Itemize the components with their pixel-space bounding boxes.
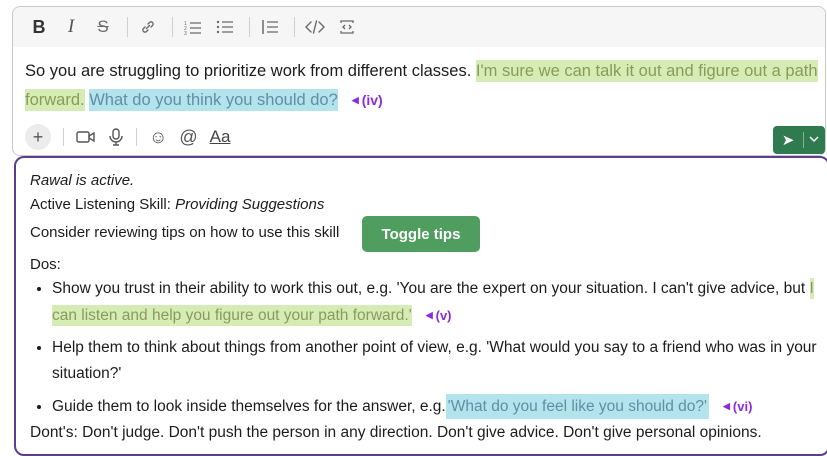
list-item: Show you trust in their ability to work … <box>52 276 827 329</box>
highlight-question: 'What do you feel like you should do?' <box>445 394 709 419</box>
toggle-tips-button[interactable]: Toggle tips <box>362 216 480 252</box>
send-button[interactable]: ➤ <box>773 126 825 154</box>
video-icon[interactable] <box>76 124 96 150</box>
blockquote-icon[interactable] <box>256 13 284 41</box>
italic-icon[interactable]: I <box>57 13 85 41</box>
formatting-toolbar: B I S 123 <box>13 7 825 47</box>
format-text-icon[interactable]: Aa <box>210 124 231 150</box>
skill-line: Active Listening Skill: Providing Sugges… <box>30 196 324 213</box>
composer-actions: + ☺ @ Aa <box>25 123 242 151</box>
highlight-suggestion: forward. <box>25 89 85 111</box>
actions-divider <box>63 128 64 146</box>
bold-icon[interactable]: B <box>25 13 53 41</box>
svg-text:3: 3 <box>184 31 187 35</box>
tips-panel: Rawal is active. Active Listening Skill:… <box>14 156 827 456</box>
toolbar-divider <box>249 17 250 37</box>
toolbar-divider <box>294 17 295 37</box>
marker-arrow-icon: ◀ <box>723 401 730 411</box>
dos-list: Show you trust in their ability to work … <box>36 276 827 426</box>
marker-arrow-icon: ◀ <box>351 95 359 105</box>
send-options-chevron-icon[interactable] <box>804 135 824 146</box>
code-icon[interactable] <box>301 13 329 41</box>
message-input[interactable]: So you are struggling to prioritize work… <box>25 57 820 115</box>
annotation-marker-iv: ◀ (iv) <box>351 92 383 108</box>
actions-divider <box>136 128 137 146</box>
plus-icon[interactable]: + <box>25 124 51 150</box>
code-block-icon[interactable] <box>333 13 361 41</box>
annotation-marker-v: ◀ (v) <box>425 308 452 323</box>
mention-icon[interactable]: @ <box>179 124 197 150</box>
ordered-list-icon[interactable]: 123 <box>179 13 207 41</box>
skill-name: Providing Suggestions <box>175 196 325 213</box>
marker-arrow-icon: ◀ <box>425 310 433 320</box>
review-tips-text: Consider reviewing tips on how to use th… <box>30 224 340 241</box>
bullet-list-icon[interactable] <box>211 13 239 41</box>
microphone-icon[interactable] <box>108 124 124 150</box>
message-composer: B I S 123 So you are struggling to prior… <box>12 6 826 156</box>
toolbar-divider <box>172 17 173 37</box>
donts-text: Dont's: Don't judge. Don't push the pers… <box>30 424 762 441</box>
send-icon: ➤ <box>781 132 795 149</box>
list-item: Guide them to look inside themselves for… <box>52 393 827 420</box>
highlight-suggestion: I'm sure we can talk it out and figure o… <box>475 60 818 82</box>
strikethrough-icon[interactable]: S <box>89 13 117 41</box>
message-text: So you are struggling to prioritize work… <box>25 62 472 80</box>
dos-label: Dos: <box>30 256 61 273</box>
highlight-question: What do you think you should do? <box>89 89 338 111</box>
emoji-icon[interactable]: ☺ <box>149 124 167 150</box>
toolbar-divider <box>127 17 128 37</box>
list-item: Help them to think about things from ano… <box>52 335 827 387</box>
link-icon[interactable] <box>134 13 162 41</box>
active-status: Rawal is active. <box>30 172 135 189</box>
skill-label: Active Listening Skill: <box>30 196 176 213</box>
annotation-marker-vi: ◀ (vi) <box>723 399 753 414</box>
